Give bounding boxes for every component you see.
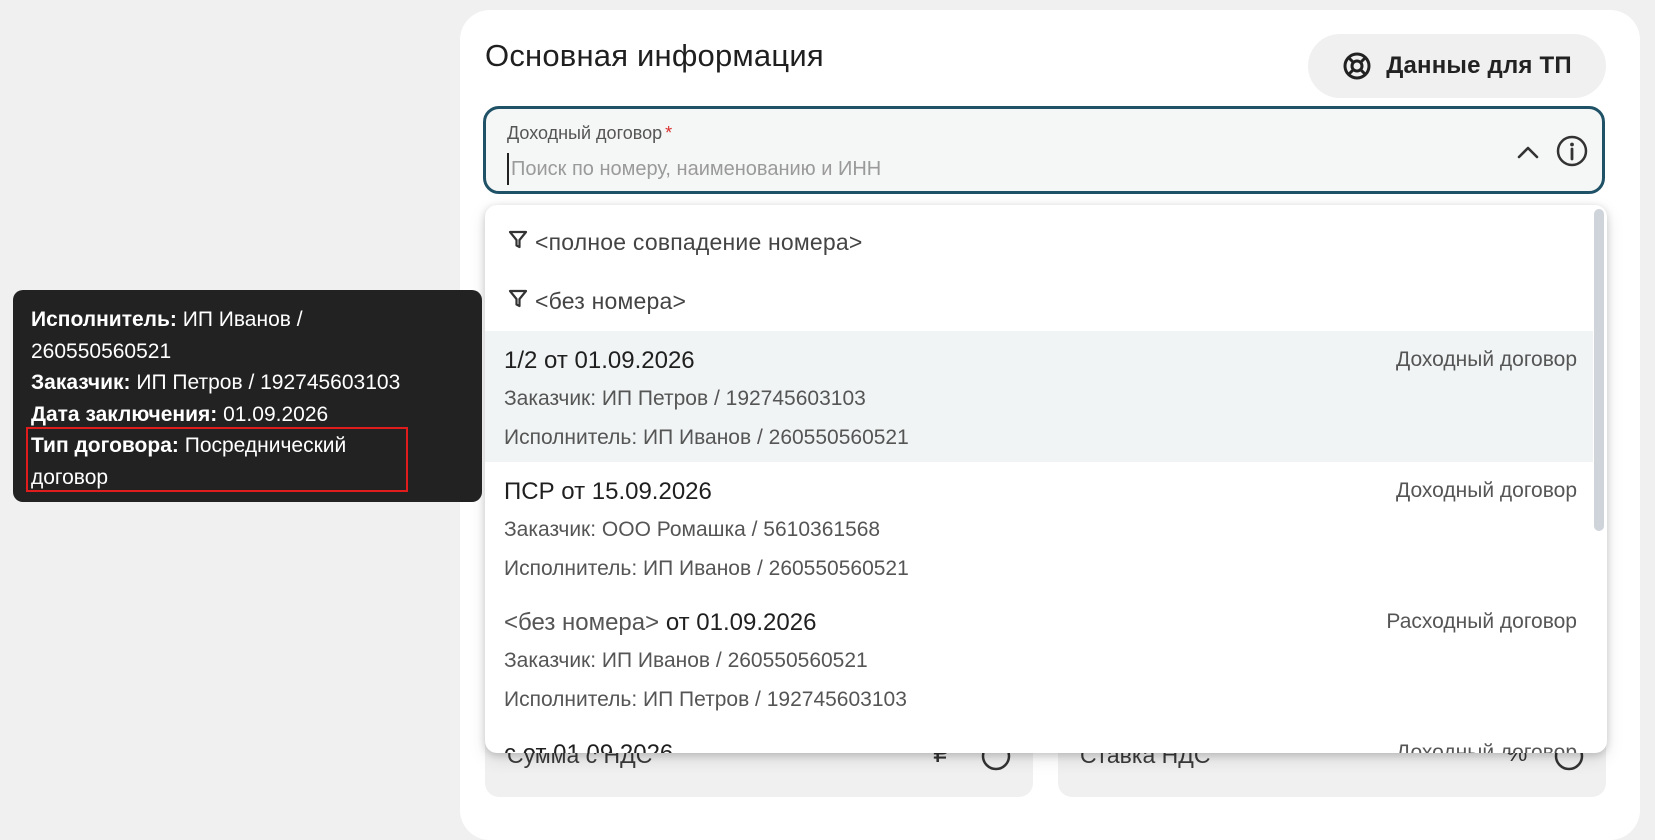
contract-title: с от 01.09.2026: [504, 740, 673, 753]
contract-dropdown: <полное совпадение номера> <без номера> …: [485, 205, 1607, 753]
support-data-label: Данные для ТП: [1386, 52, 1572, 79]
info-icon[interactable]: [1552, 131, 1592, 171]
tooltip-executor-label: Исполнитель:: [31, 308, 177, 331]
support-data-button[interactable]: Данные для ТП: [1308, 34, 1606, 98]
contract-title: ПСР от 15.09.2026: [504, 478, 712, 506]
income-contract-select[interactable]: Доходный договор *: [483, 106, 1605, 194]
contract-date: от 01.09.2026: [544, 347, 695, 374]
contract-customer: Заказчик: ИП Петров / 192745603103: [504, 387, 866, 410]
page-title: Основная информация: [485, 38, 824, 73]
contract-title: 1/2 от 01.09.2026: [504, 347, 695, 375]
contract-number-placeholder: <без номера>: [504, 609, 660, 636]
filter-label: <без номера>: [535, 287, 687, 314]
income-contract-label-row: Доходный договор *: [507, 123, 672, 144]
contract-number: с: [504, 740, 516, 753]
filter-icon: [507, 229, 529, 256]
contract-date: от 01.09.2026: [523, 740, 674, 753]
contract-executor: Исполнитель: ИП Иванов / 260550560521: [504, 426, 909, 449]
contract-number: 1/2: [504, 347, 538, 374]
tooltip-customer-label: Заказчик:: [31, 371, 131, 394]
required-mark: *: [665, 123, 673, 143]
contract-option[interactable]: <без номера> от 01.09.2026 Расходный дог…: [485, 593, 1593, 724]
filter-label: <полное совпадение номера>: [535, 228, 863, 255]
contract-customer: Заказчик: ИП Иванов / 260550560521: [504, 649, 868, 672]
tooltip-date-line: Дата заключения: 01.09.2026: [31, 399, 464, 431]
tooltip-executor-value: ИП Иванов /: [182, 308, 303, 331]
contract-date: от 15.09.2026: [561, 478, 712, 505]
contract-type: Доходный договор: [1396, 741, 1577, 753]
filter-icon: [507, 288, 529, 315]
tooltip-date-value: 01.09.2026: [223, 402, 329, 426]
contract-date: от 01.09.2026: [665, 609, 817, 636]
contract-option[interactable]: ПСР от 15.09.2026 Доходный договор Заказ…: [485, 462, 1593, 593]
contract-search-input[interactable]: [507, 153, 1473, 185]
contract-type: Доходный договор: [1396, 479, 1577, 502]
contract-tooltip: Исполнитель: ИП Иванов / 260550560521 За…: [13, 290, 482, 502]
contract-number: ПСР: [504, 478, 555, 505]
filter-exact-number[interactable]: <полное совпадение номера>: [485, 213, 1593, 271]
tooltip-customer-value: ИП Петров / 192745603103: [136, 371, 401, 394]
contract-customer: Заказчик: ООО Ромашка / 5610361568: [504, 518, 881, 541]
chevron-up-icon[interactable]: [1511, 135, 1545, 169]
lifebuoy-icon: [1342, 51, 1372, 81]
contract-executor: Исполнитель: ИП Иванов / 260550560521: [504, 557, 909, 580]
contract-option[interactable]: 1/2 от 01.09.2026 Доходный договор Заказ…: [485, 331, 1593, 462]
contract-type: Доходный договор: [1396, 348, 1577, 371]
highlight-box: [26, 427, 408, 492]
contract-title: <без номера> от 01.09.2026: [504, 609, 816, 637]
contract-type: Расходный договор: [1386, 610, 1577, 633]
tooltip-executor-inn: 260550560521: [31, 339, 172, 363]
tooltip-executor-line: Исполнитель: ИП Иванов /: [31, 304, 464, 336]
contract-option[interactable]: с от 01.09.2026 Доходный договор: [485, 724, 1593, 753]
tooltip-date-label: Дата заключения:: [31, 402, 218, 426]
income-contract-label: Доходный договор: [507, 123, 663, 143]
dropdown-scrollbar[interactable]: [1594, 209, 1604, 531]
filter-no-number[interactable]: <без номера>: [485, 272, 1593, 330]
contract-executor: Исполнитель: ИП Петров / 192745603103: [504, 688, 907, 711]
tooltip-customer-line: Заказчик: ИП Петров / 192745603103: [31, 367, 464, 399]
